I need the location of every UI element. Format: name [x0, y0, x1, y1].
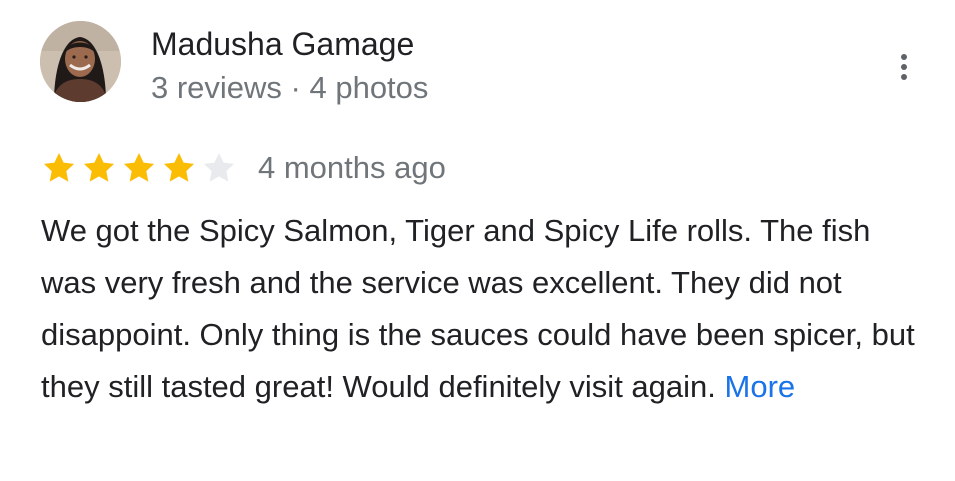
- star-filled-icon: [163, 152, 195, 182]
- star-filled-icon: [83, 152, 115, 182]
- more-link[interactable]: More: [725, 369, 796, 404]
- more-vert-icon: [901, 54, 907, 60]
- star-filled-icon: [43, 152, 75, 182]
- rating-row: 4 months ago: [40, 148, 446, 188]
- star-rating: [40, 149, 238, 187]
- author-meta: 3 reviews · 4 photos: [151, 70, 429, 105]
- more-vert-icon: [901, 64, 907, 70]
- more-options-button[interactable]: [884, 46, 924, 88]
- avatar-photo: [40, 21, 121, 102]
- star-empty-icon: [203, 152, 235, 182]
- review-date: 4 months ago: [258, 150, 446, 185]
- author-avatar[interactable]: [40, 21, 121, 102]
- review-body: We got the Spicy Salmon, Tiger and Spicy…: [41, 205, 921, 413]
- star-filled-icon: [123, 152, 155, 182]
- more-vert-icon: [901, 74, 907, 80]
- review-card: Madusha Gamage 3 reviews · 4 photos 4 mo…: [0, 0, 955, 481]
- author-name[interactable]: Madusha Gamage: [151, 24, 414, 64]
